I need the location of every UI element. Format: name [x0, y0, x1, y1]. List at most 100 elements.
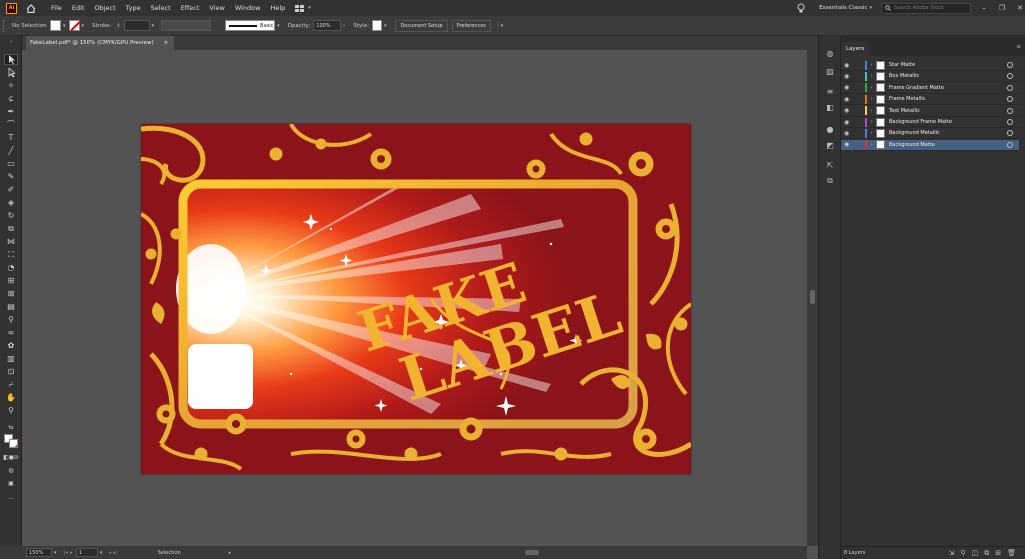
new-layer-icon[interactable]: ⊞ — [995, 549, 1001, 558]
expand-chevron-icon[interactable]: › — [867, 96, 876, 102]
horizontal-scrollbar[interactable] — [315, 546, 807, 559]
curvature-tool-icon[interactable]: ⌒ — [4, 119, 18, 130]
libraries-panel-icon[interactable]: ▨ — [824, 66, 836, 76]
stepper-icon[interactable]: ⇕ — [116, 23, 120, 29]
slice-tool-icon[interactable]: ⌿ — [4, 379, 18, 390]
chevron-down-icon[interactable]: ▾ — [82, 23, 85, 29]
scroll-thumb[interactable] — [810, 290, 815, 304]
blend-tool-icon[interactable]: ∞ — [4, 327, 18, 338]
arrange-documents-button[interactable]: ▾ — [295, 4, 314, 12]
lightbulb-icon[interactable] — [797, 3, 805, 13]
label-artwork[interactable]: FAKE LABEL — [141, 124, 691, 474]
free-transform-tool-icon[interactable]: ⛶ — [4, 249, 18, 260]
artboards-panel-icon[interactable]: ⧉ — [824, 176, 836, 186]
eyedropper-tool-icon[interactable]: ⚲ — [4, 314, 18, 325]
color-mode-icons[interactable]: ◧◼⊘ — [3, 452, 19, 463]
fill-stroke-swatches[interactable] — [4, 434, 18, 448]
layer-name[interactable]: Box Metallic — [889, 73, 1007, 79]
menu-effect[interactable]: Effect — [181, 4, 200, 12]
vertical-scrollbar[interactable] — [807, 50, 818, 546]
next-artboard-icon[interactable]: ▸ ▸| — [109, 550, 117, 556]
pen-tool-icon[interactable]: ✒ — [4, 106, 18, 117]
minimize-button[interactable]: – — [979, 4, 989, 12]
chevron-down-icon[interactable]: ▾ — [277, 23, 280, 29]
layer-name[interactable]: Background Matte — [889, 142, 1007, 148]
preferences-button[interactable]: Preferences — [451, 19, 491, 32]
export-selection-icon[interactable]: ⇲ — [949, 549, 955, 558]
visibility-eye-icon[interactable]: ◉ — [844, 130, 854, 137]
menu-object[interactable]: Object — [94, 4, 115, 12]
target-circle-icon[interactable] — [1007, 96, 1013, 103]
eraser-tool-icon[interactable]: ◈ — [4, 197, 18, 208]
chevron-down-icon[interactable]: ▾ — [54, 550, 57, 556]
menu-help[interactable]: Help — [270, 4, 285, 12]
rotate-tool-icon[interactable]: ↻ — [4, 210, 18, 221]
restore-button[interactable]: ❐ — [997, 4, 1007, 12]
close-button[interactable]: ✕ — [1015, 4, 1025, 12]
layer-name[interactable]: Background Metallic — [889, 130, 1007, 136]
drawing-mode-icon[interactable]: ◍ — [4, 465, 18, 476]
selection-tool-icon[interactable] — [4, 54, 18, 65]
artboard[interactable]: FAKE LABEL — [141, 124, 691, 474]
home-icon[interactable] — [25, 3, 37, 13]
chevron-down-icon[interactable]: ▾ — [100, 550, 103, 556]
shape-builder-tool-icon[interactable]: ◔ — [4, 262, 18, 273]
layer-row[interactable]: ◉ › Star Matte — [841, 60, 1019, 71]
menu-select[interactable]: Select — [151, 4, 171, 12]
chevron-down-icon[interactable]: ▾ — [152, 23, 155, 29]
stroke-weight-input[interactable] — [123, 20, 150, 31]
expand-chevron-icon[interactable]: › — [867, 119, 876, 125]
column-graph-tool-icon[interactable]: ▥ — [4, 353, 18, 364]
layers-tab[interactable]: Layers — [841, 42, 870, 56]
fill-swatch[interactable] — [50, 20, 61, 31]
close-tab-icon[interactable]: × — [164, 40, 169, 46]
shaper-tool-icon[interactable]: ✐ — [4, 184, 18, 195]
status-menu-icon[interactable]: ▸ — [229, 550, 232, 556]
target-circle-icon[interactable] — [1007, 62, 1013, 68]
graphic-style-swatch[interactable] — [371, 20, 382, 31]
visibility-eye-icon[interactable]: ◉ — [844, 84, 854, 91]
document-setup-button[interactable]: Document Setup — [395, 19, 448, 32]
layer-name[interactable]: Background Frame Matte — [889, 119, 1007, 125]
chevron-down-icon[interactable]: ▾ — [63, 23, 66, 29]
target-circle-icon[interactable] — [1007, 130, 1013, 137]
edit-toolbar-icon[interactable]: ··· — [4, 494, 18, 505]
stroke-swatch[interactable] — [68, 20, 80, 31]
layer-row[interactable]: ◉ › Background Metallic — [841, 128, 1019, 140]
first-artboard-icon[interactable]: |◂ ◂ — [64, 550, 72, 556]
layer-row[interactable]: ◉ › Background Matte — [841, 139, 1019, 151]
target-circle-icon[interactable] — [1007, 84, 1013, 91]
variable-width-profile[interactable] — [161, 20, 212, 31]
expand-chevron-icon[interactable]: › — [867, 62, 876, 68]
paintbrush-tool-icon[interactable]: ✎ — [4, 171, 18, 182]
lasso-tool-icon[interactable]: ɕ — [4, 93, 18, 104]
layer-name[interactable]: Star Matte — [889, 62, 1007, 68]
menu-file[interactable]: File — [51, 4, 62, 12]
layer-row[interactable]: ◉ › Background Frame Matte — [841, 117, 1019, 128]
stock-search-input[interactable]: Search Adobe Stock — [881, 2, 971, 14]
zoom-field[interactable]: 150% — [26, 548, 52, 557]
layer-row[interactable]: ◉ › Box Metallic — [841, 71, 1019, 83]
new-sublayer-icon[interactable]: ⧉ — [984, 549, 989, 558]
menu-type[interactable]: Type — [126, 4, 141, 12]
menu-edit[interactable]: Edit — [72, 4, 85, 12]
perspective-grid-tool-icon[interactable]: ⊞ — [4, 275, 18, 286]
layer-row[interactable]: ◉ › Frame Metallic — [841, 94, 1019, 106]
default-colors-icon[interactable]: ⇆ — [4, 422, 18, 433]
type-tool-icon[interactable]: T — [4, 132, 18, 143]
target-circle-icon[interactable] — [1007, 73, 1013, 80]
line-tool-icon[interactable]: ╱ — [4, 145, 18, 156]
mesh-tool-icon[interactable]: ⊠ — [4, 288, 18, 299]
visibility-eye-icon[interactable]: ◉ — [844, 62, 854, 69]
layer-name[interactable]: Frame Gradient Matte — [889, 85, 1007, 91]
arrange-icon[interactable]: ⫶ — [497, 21, 499, 30]
artboard-tool-icon[interactable]: ⊡ — [4, 366, 18, 377]
workspace-switcher[interactable]: Essentials Classic — [819, 5, 867, 11]
width-tool-icon[interactable]: ⋈ — [4, 236, 18, 247]
zoom-tool-icon[interactable]: ⚲ — [4, 405, 18, 416]
hand-tool-icon[interactable]: ✋ — [4, 392, 18, 403]
layer-row[interactable]: ◉ › Frame Gradient Matte — [841, 83, 1019, 94]
document-tab[interactable]: FakeLabel.pdf* @ 150% (CMYK/GPU Preview)… — [26, 36, 175, 50]
color-panel-icon[interactable]: ◍ — [824, 48, 836, 58]
layer-name[interactable]: Text Metallic — [889, 108, 1007, 114]
